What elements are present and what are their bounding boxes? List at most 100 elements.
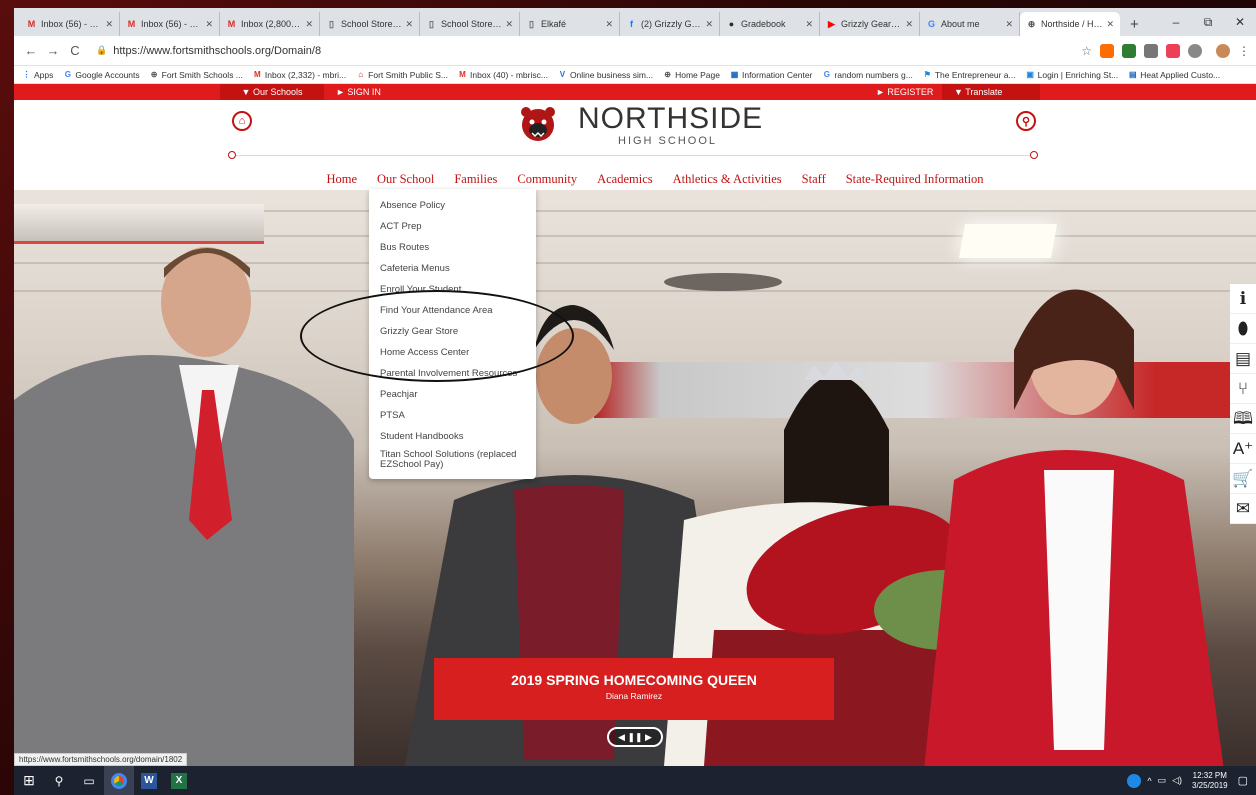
chrome-icon[interactable] — [104, 766, 134, 795]
menu-item-ptsa[interactable]: PTSA — [369, 405, 536, 426]
close-button[interactable]: ✕ — [1224, 8, 1256, 36]
menu-icon[interactable]: ⋮ — [1238, 44, 1250, 58]
excel-icon[interactable]: X — [164, 766, 194, 795]
bookmarks-bar: ⋮ Apps G Google Accounts ⊕ Fort Smith Schools… — [14, 66, 1256, 84]
close-tab-icon[interactable]: ✕ — [605, 19, 613, 30]
tab-3[interactable]: ▯ School Store Pos...✕ — [320, 12, 420, 36]
task-view-icon[interactable]: ▭ — [74, 766, 104, 795]
flag-icon: ⚑ — [923, 70, 931, 79]
bookmark-item[interactable]: G Google Accounts — [63, 70, 140, 80]
reload-button[interactable]: C — [64, 43, 86, 58]
bookmark-item[interactable]: M Inbox (40) - mbrisc... — [458, 70, 548, 80]
translate-dropdown[interactable]: ▼ Translate — [942, 84, 1040, 100]
nav-item-home[interactable]: Home — [326, 169, 357, 189]
bookmark-item[interactable]: ⊕ Home Page — [663, 70, 720, 80]
home-icon[interactable]: ⌂ — [232, 111, 252, 131]
close-tab-icon[interactable]: ✕ — [1005, 19, 1013, 30]
menu-item-absence-policy[interactable]: Absence Policy — [369, 195, 536, 216]
tab-6[interactable]: f (2) Grizzly Gear ...✕ — [620, 12, 720, 36]
close-tab-icon[interactable]: ✕ — [205, 19, 213, 30]
extension-icon[interactable] — [1188, 43, 1202, 58]
bookmark-item[interactable]: M Inbox (2,332) - mbri... — [253, 70, 346, 80]
menu-item-cafeteria-menus[interactable]: Cafeteria Menus — [369, 258, 536, 279]
network-icon[interactable]: ▭ — [1158, 775, 1167, 786]
nav-item-academics[interactable]: Academics — [597, 169, 653, 189]
close-tab-icon[interactable]: ✕ — [705, 19, 713, 30]
menu-item-bus-routes[interactable]: Bus Routes — [369, 237, 536, 258]
register-link[interactable]: ► REGISTER — [876, 84, 933, 100]
bookmark-item[interactable]: Grandom numbers g... — [822, 70, 913, 80]
bear-logo[interactable] — [518, 104, 558, 144]
nav-item-athletics-activities[interactable]: Athletics & Activities — [673, 169, 782, 189]
extension-icon[interactable] — [1122, 43, 1136, 58]
notification-icon[interactable]: ▢ — [1238, 774, 1248, 787]
bookmark-item[interactable]: V Online business sim... — [558, 70, 653, 80]
sign-in-link[interactable]: ► SIGN IN — [336, 84, 381, 100]
our-schools-dropdown[interactable]: ▼ Our Schools — [220, 84, 324, 100]
windows-start-icon[interactable]: ⊞ — [14, 766, 44, 795]
mouse-icon[interactable]: ⬮ — [1230, 314, 1256, 344]
menu-item-titan-school-solutions-replaced-ezschool-pay[interactable]: Titan School Solutions (replaced EZSchoo… — [369, 447, 536, 471]
side-quicklinks: ℹ ⬮ ▤ ⑂ 🕮 A⁺ 🛒 ✉ — [1230, 284, 1256, 524]
menu-item-act-prep[interactable]: ACT Prep — [369, 216, 536, 237]
tab-9[interactable]: G About me ✕ — [920, 12, 1020, 36]
extension-icon[interactable] — [1100, 43, 1114, 58]
back-button[interactable]: ← — [20, 43, 42, 58]
bookmark-item[interactable]: ▣ Login | Enriching St... — [1026, 70, 1118, 80]
close-tab-icon[interactable]: ✕ — [305, 19, 313, 30]
bookmark-item[interactable]: ⚑ The Entrepreneur a... — [923, 70, 1016, 80]
url-field[interactable]: 🔒 https://www.fortsmithschools.org/Domai… — [96, 45, 1073, 57]
close-tab-icon[interactable]: ✕ — [905, 19, 913, 30]
nav-item-community[interactable]: Community — [517, 169, 577, 189]
bookmark-item[interactable]: ⋮ Apps — [22, 70, 54, 80]
calculator-icon[interactable]: ▤ — [1230, 344, 1256, 374]
close-tab-icon[interactable]: ✕ — [505, 19, 513, 30]
tab-8[interactable]: ▶ Grizzly Gear - Yo...✕ — [820, 12, 920, 36]
mail-icon[interactable]: ✉ — [1230, 494, 1256, 524]
cart-icon[interactable]: 🛒 — [1230, 464, 1256, 494]
star-icon[interactable]: ☆ — [1081, 44, 1092, 58]
info-icon[interactable]: ℹ — [1230, 284, 1256, 314]
nav-item-state-required-information[interactable]: State-Required Information — [846, 169, 984, 189]
menu-item-student-handbooks[interactable]: Student Handbooks — [369, 426, 536, 447]
account-icon[interactable] — [1127, 773, 1142, 788]
word-icon[interactable]: W — [134, 766, 164, 795]
search-icon[interactable]: ⚲ — [1016, 111, 1036, 131]
bookmark-item[interactable]: ⌂ Fort Smith Public S... — [356, 70, 448, 80]
book-icon[interactable]: 🕮 — [1230, 404, 1256, 434]
bookmark-item[interactable]: ▤ Heat Applied Custo... — [1128, 70, 1220, 80]
tab-0[interactable]: M Inbox (56) - gra...✕ — [20, 12, 120, 36]
profile-avatar[interactable] — [1216, 43, 1230, 58]
forward-button[interactable]: → — [42, 43, 64, 58]
tab-7[interactable]: ● Gradebook ✕ — [720, 12, 820, 36]
grade-icon[interactable]: A⁺ — [1230, 434, 1256, 464]
new-tab-button[interactable]: + — [1120, 12, 1149, 36]
bookmark-item[interactable]: ⊕ Fort Smith Schools ... — [150, 70, 243, 80]
close-tab-icon[interactable]: ✕ — [405, 19, 413, 30]
search-icon[interactable]: ⚲ — [44, 766, 74, 795]
tab-2[interactable]: M Inbox (2,800) - m...✕ — [220, 12, 320, 36]
gradebook-icon: ● — [728, 19, 735, 29]
close-tab-icon[interactable]: ✕ — [105, 19, 113, 30]
tab-5[interactable]: ▯ Elkafé ✕ — [520, 12, 620, 36]
tab-1[interactable]: M Inbox (56) - gra...✕ — [120, 12, 220, 36]
volume-icon[interactable]: ◁) — [1172, 775, 1182, 786]
nav-item-staff[interactable]: Staff — [802, 169, 826, 189]
pocket-icon[interactable] — [1166, 43, 1180, 58]
nav-item-our-school[interactable]: Our School — [377, 169, 434, 189]
close-tab-icon[interactable]: ✕ — [1106, 19, 1114, 30]
tab-10[interactable]: ⊕ Northside / Hom...✕ — [1020, 12, 1120, 36]
bookmark-item[interactable]: ▦ Information Center — [730, 70, 813, 80]
clock[interactable]: 12:32 PM 3/25/2019 — [1192, 771, 1228, 791]
extension-icon[interactable] — [1144, 43, 1158, 58]
slide-caption[interactable]: 2019 SPRING HOMECOMING QUEEN Diana Ramir… — [434, 658, 834, 720]
minimize-button[interactable]: – — [1160, 8, 1192, 36]
close-tab-icon[interactable]: ✕ — [805, 19, 813, 30]
menu-item-peachjar[interactable]: Peachjar — [369, 384, 536, 405]
tray-arrow-icon[interactable]: ^ — [1147, 776, 1151, 786]
nav-item-families[interactable]: Families — [454, 169, 497, 189]
tab-4[interactable]: ▯ School Store Ma...✕ — [420, 12, 520, 36]
slideshow-controls[interactable]: ◀ ❚❚ ▶ — [607, 727, 663, 747]
utensils-icon[interactable]: ⑂ — [1230, 374, 1256, 404]
restore-button[interactable]: ⧉ — [1192, 8, 1224, 36]
